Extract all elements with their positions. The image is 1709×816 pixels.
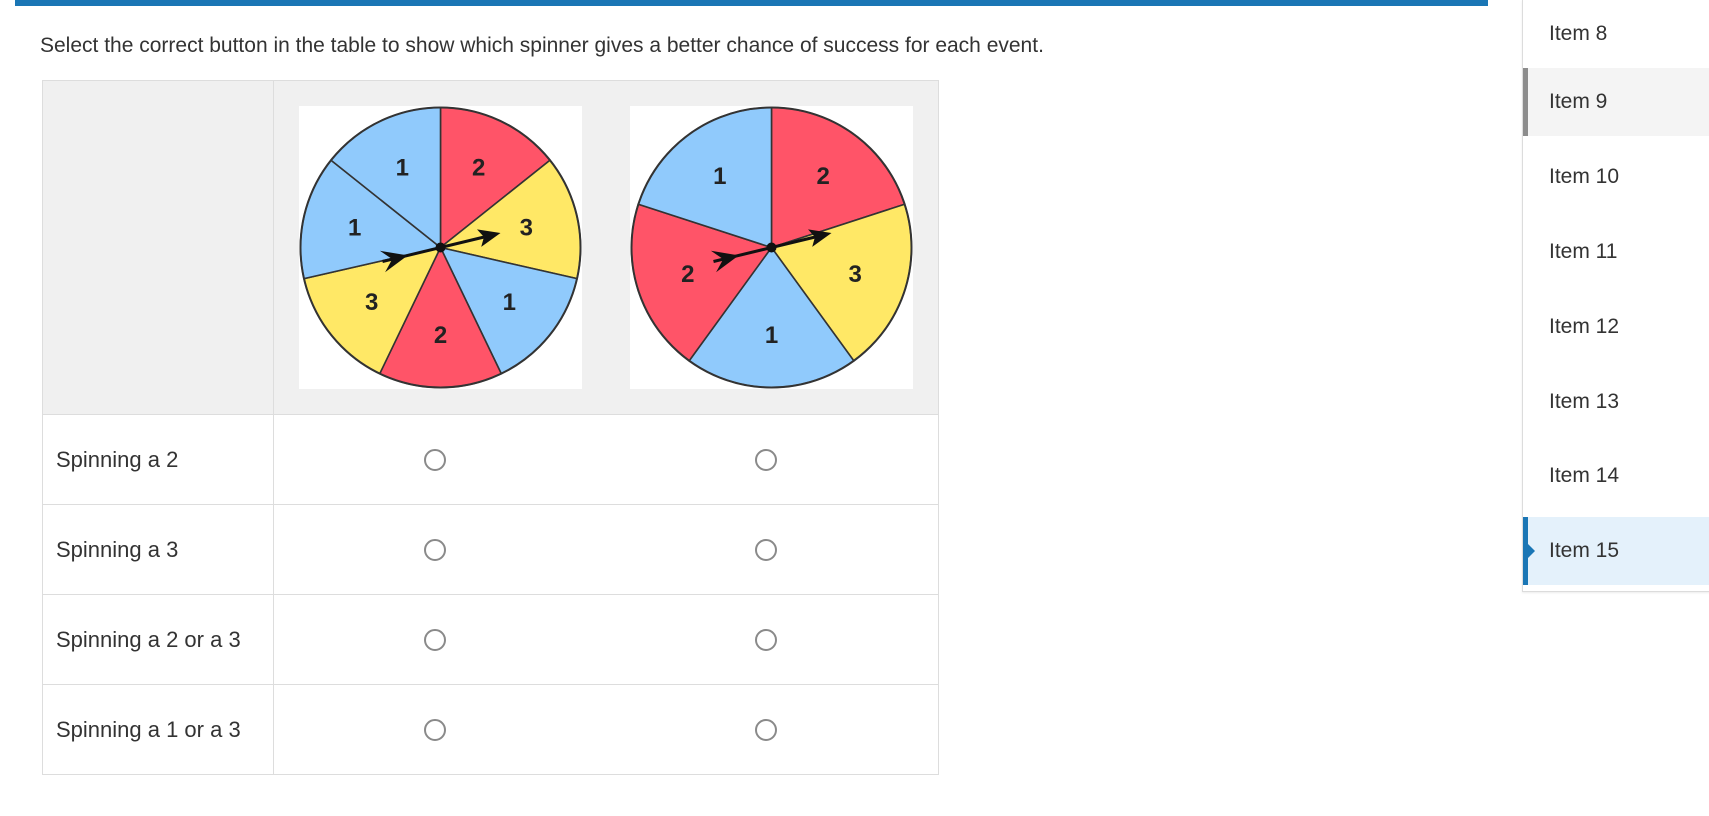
radio-spinner-b[interactable] (755, 628, 777, 651)
spinner-a-image: 2 3 1 2 3 1 1 (299, 106, 582, 389)
spinner-sector-label: 1 (765, 322, 778, 349)
spinner-b-image: 2 3 1 2 1 (630, 106, 913, 389)
sidebar-item-14[interactable]: Item 14 (1523, 442, 1709, 510)
spinner-sector-label: 2 (472, 155, 485, 182)
table-row: Spinning a 3 (42, 504, 939, 595)
radio-spinner-a[interactable] (424, 538, 446, 561)
spinner-sector-label: 2 (817, 163, 830, 190)
sidebar-item-label: Item 9 (1549, 90, 1608, 113)
sidebar-item-label: Item 15 (1549, 539, 1620, 562)
spinner-sector-label: 3 (849, 261, 862, 288)
spinner-hub (766, 242, 777, 253)
sidebar-item-label: Item 13 (1549, 390, 1620, 413)
spinner-b-card: 2 3 1 2 1 (630, 106, 913, 389)
instructions-text: Select the correct button in the table t… (40, 34, 1044, 57)
table-row: Spinning a 2 (42, 414, 939, 505)
spinner-sector-label: 1 (396, 155, 409, 182)
choices-cell (273, 684, 939, 775)
spinner-hub (435, 242, 446, 253)
row-label: Spinning a 2 (42, 414, 274, 505)
choices-cell (273, 594, 939, 685)
row-label: Spinning a 1 or a 3 (42, 684, 274, 775)
table-row: Spinning a 2 or a 3 (42, 594, 939, 685)
radio-spinner-b[interactable] (755, 718, 777, 741)
radio-spinner-a[interactable] (424, 628, 446, 651)
radio-spinner-a[interactable] (424, 448, 446, 471)
sidebar-item-10[interactable]: Item 10 (1523, 143, 1709, 211)
top-accent-bar (15, 0, 1488, 6)
spinner-sector-label: 2 (681, 261, 694, 288)
sidebar-item-12[interactable]: Item 12 (1523, 293, 1709, 361)
row-label: Spinning a 3 (42, 504, 274, 595)
choices-cell (273, 504, 939, 595)
spinners-header-cell: 2 3 1 2 3 1 1 2 3 1 2 1 (273, 80, 939, 415)
radio-spinner-b[interactable] (755, 448, 777, 471)
sidebar-item-13[interactable]: Item 13 (1523, 368, 1709, 436)
spinner-a-card: 2 3 1 2 3 1 1 (299, 106, 582, 389)
sidebar-item-11[interactable]: Item 11 (1523, 218, 1709, 286)
row-label: Spinning a 2 or a 3 (42, 594, 274, 685)
sidebar-item-8[interactable]: Item 8 (1523, 0, 1709, 68)
sidebar-item-label: Item 11 (1549, 240, 1618, 263)
item-navigation-sidebar: Item 8 Item 9 Item 10 Item 11 Item 12 It… (1522, 0, 1709, 592)
choices-cell (273, 414, 939, 505)
sidebar-item-9[interactable]: Item 9 (1523, 68, 1709, 136)
spinner-sector-label: 3 (365, 289, 378, 316)
sidebar-item-label: Item 12 (1549, 315, 1620, 338)
sidebar-item-label: Item 14 (1549, 464, 1620, 487)
radio-spinner-a[interactable] (424, 718, 446, 741)
header-empty-cell (42, 80, 274, 415)
spinner-sector-label: 3 (520, 214, 533, 241)
spinner-sector-label: 1 (348, 214, 361, 241)
table-header-row: 2 3 1 2 3 1 1 2 3 1 2 1 (42, 80, 939, 415)
sidebar-item-label: Item 10 (1549, 165, 1620, 188)
sidebar-item-15[interactable]: Item 15 (1523, 517, 1709, 585)
spinner-sector-label: 1 (503, 289, 516, 316)
table-row: Spinning a 1 or a 3 (42, 684, 939, 775)
sidebar-item-label: Item 8 (1549, 22, 1608, 45)
spinner-sector-label: 2 (434, 322, 447, 349)
spinner-question-table: 2312311 23121 Spinning a 2 Spinning a 3 … (42, 80, 939, 775)
radio-spinner-b[interactable] (755, 538, 777, 561)
current-item-caret-icon (1528, 544, 1535, 558)
spinner-sector-label: 1 (713, 163, 726, 190)
